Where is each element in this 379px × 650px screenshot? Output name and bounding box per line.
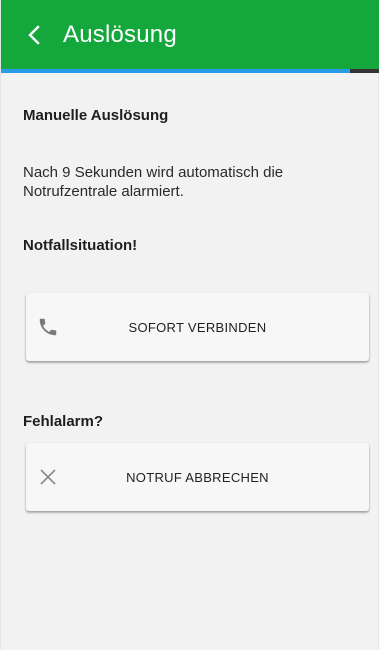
phone-icon: [37, 316, 59, 338]
false-alarm-heading: Fehlalarm?: [23, 413, 104, 430]
alarm-trigger-screen: Auslösung Manuelle Auslösung Nach 9 Seku…: [0, 0, 379, 650]
emergency-heading: Notfallsituation!: [23, 237, 138, 254]
connect-now-label: SOFORT VERBINDEN: [128, 319, 267, 335]
connect-now-button[interactable]: SOFORT VERBINDEN: [26, 293, 369, 361]
chevron-left-icon: [27, 24, 41, 46]
auto-alarm-message: Nach 9 Sekunden wird automatisch die Not…: [23, 164, 284, 200]
cancel-emergency-button[interactable]: NOTRUF ABBRECHEN: [26, 443, 369, 511]
close-icon: [37, 466, 59, 488]
app-bar: Auslösung: [1, 0, 379, 69]
countdown-progress-bar: [1, 69, 379, 73]
back-button[interactable]: [11, 7, 57, 63]
manual-trigger-heading: Manuelle Auslösung: [23, 107, 169, 124]
countdown-progress-fill: [1, 69, 350, 73]
page-title: Auslösung: [63, 20, 177, 48]
cancel-emergency-label: NOTRUF ABBRECHEN: [126, 469, 269, 485]
